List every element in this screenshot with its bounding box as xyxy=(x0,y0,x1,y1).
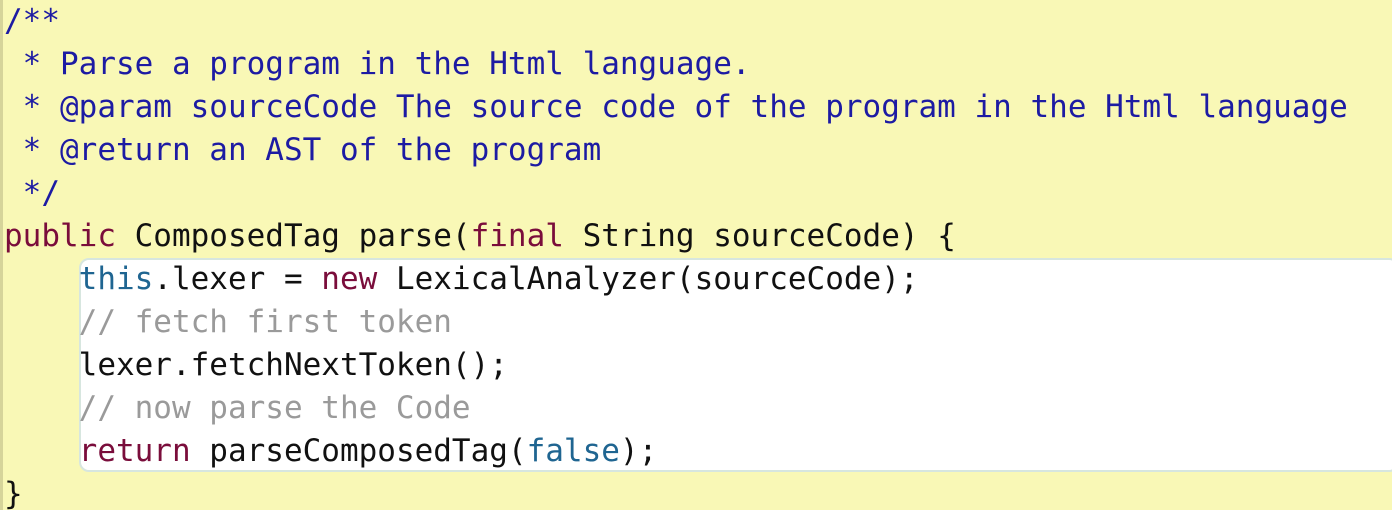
signature-part-1: ComposedTag parse( xyxy=(115,218,471,254)
keyword-new: new xyxy=(321,261,378,297)
lexer-assign: .lexer = xyxy=(153,261,322,297)
javadoc-param: * @param sourceCode The source code of t… xyxy=(4,89,1348,125)
keyword-public: public xyxy=(4,218,116,254)
method-signature: public ComposedTag parse(final String so… xyxy=(4,215,956,258)
comment-parse: // now parse the Code xyxy=(78,390,471,426)
return-call: parseComposedTag( xyxy=(190,433,527,469)
statement-lexer-init: this.lexer = new LexicalAnalyzer(sourceC… xyxy=(4,258,919,301)
comment-fetch: // fetch first token xyxy=(78,304,452,340)
javadoc-return: * @return an AST of the program xyxy=(4,132,602,168)
statement-fetch: lexer.fetchNextToken(); xyxy=(4,344,508,387)
keyword-return: return xyxy=(78,433,191,469)
fetch-call: lexer.fetchNextToken(); xyxy=(78,347,508,383)
keyword-final: final xyxy=(470,218,564,254)
editor-left-border xyxy=(0,0,3,510)
lexer-constructor: LexicalAnalyzer(sourceCode); xyxy=(377,261,919,297)
keyword-this: this xyxy=(78,261,154,297)
javadoc-close: */ xyxy=(4,175,60,211)
signature-part-2: String sourceCode) { xyxy=(563,218,956,254)
return-end: ); xyxy=(619,433,658,469)
comment-fetch-line: // fetch first token xyxy=(4,301,452,344)
code-editor[interactable]: /** * Parse a program in the Html langua… xyxy=(0,0,1392,510)
closing-brace: } xyxy=(4,476,23,510)
javadoc-open: /** xyxy=(4,3,60,39)
javadoc-description: * Parse a program in the Html language. xyxy=(4,46,751,82)
statement-return: return parseComposedTag(false); xyxy=(4,430,658,473)
literal-false: false xyxy=(526,433,620,469)
comment-parse-line: // now parse the Code xyxy=(4,387,471,430)
